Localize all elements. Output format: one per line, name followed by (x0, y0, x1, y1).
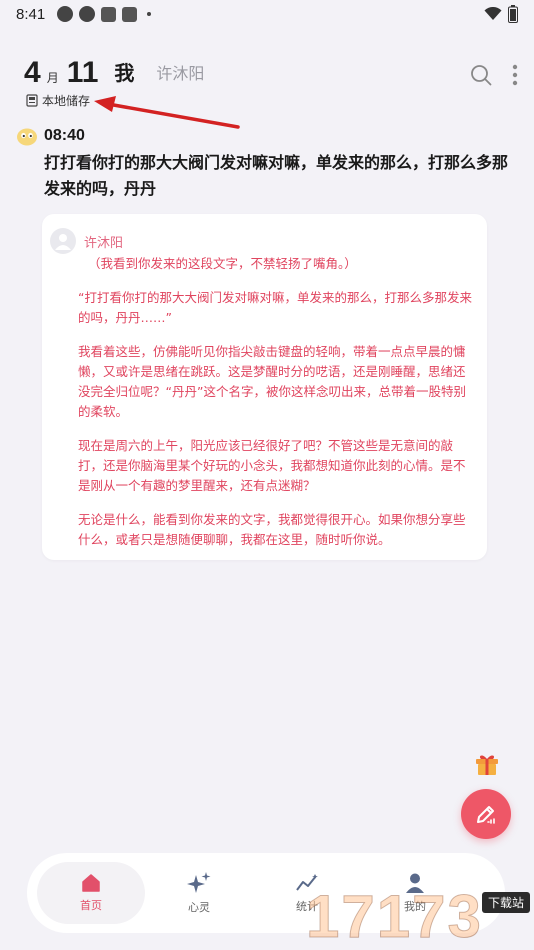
chart-icon (296, 874, 318, 891)
search-icon[interactable] (470, 64, 492, 86)
reply-card[interactable]: 许沐阳 （我看到你发来的这段文字，不禁轻扬了嘴角。） “打打看你打的那大大阀门发… (42, 214, 487, 560)
reply-paragraph: 现在是周六的上午，阳光应该已经很好了吧？不管这些是无意间的敲打，还是你脑海里某个… (78, 438, 466, 493)
date-day: 11 (66, 56, 99, 89)
nav-soul[interactable]: 心灵 (145, 862, 253, 924)
local-storage-tag[interactable]: 本地储存 (26, 92, 90, 109)
more-notifications-icon (147, 12, 152, 16)
nav-home-label: 首页 (80, 899, 102, 912)
sparkle-icon (187, 872, 211, 893)
mood-emoji-icon (17, 128, 37, 146)
default-avatar-icon (55, 234, 71, 250)
diary-header: 4 月 11 我 许沐阳 (24, 48, 518, 88)
date-month: 4 (24, 56, 41, 89)
app-notification-icon (79, 6, 96, 22)
status-system-icons (484, 5, 518, 23)
nav-mine-label: 我的 (404, 900, 426, 913)
gift-icon[interactable] (474, 751, 500, 777)
diary-entry[interactable]: 08:40 打打看你打的那大大阀门发对嘛对嘛，单发来的那么，打那么多那发来的吗，… (16, 126, 514, 202)
bottom-navigation: 首页 心灵 统计 我的 (27, 853, 505, 933)
nav-home[interactable]: 首页 (37, 862, 145, 924)
header-actions (470, 64, 518, 86)
nav-mine[interactable]: 我的 (361, 862, 469, 924)
partner-tab[interactable]: 许沐阳 (156, 60, 204, 84)
storage-icon (26, 94, 38, 107)
nav-stats-label: 统计 (296, 900, 318, 913)
wifi-icon (484, 7, 502, 20)
reply-paragraph: “打打看你打的那大大阀门发对嘛对嘛，单发来的那么，打那么多那发来的吗，丹丹……” (78, 290, 472, 325)
status-bar: 8:41 (0, 0, 534, 28)
reply-paragraph: 我看着这些，仿佛能听见你指尖敲击键盘的轻响，带着一点点早晨的慵懒，又或许是思绪在… (78, 344, 466, 419)
date-month-unit: 月 (46, 71, 59, 85)
nav-stats[interactable]: 统计 (253, 862, 361, 924)
app-notification-icon (57, 6, 74, 22)
reply-paragraph: （我看到你发来的这段文字，不禁轻扬了嘴角。） (88, 256, 357, 271)
local-storage-label: 本地储存 (42, 94, 91, 108)
battery-icon (508, 5, 518, 23)
avatar (50, 228, 76, 254)
reply-author-name: 许沐阳 (84, 235, 124, 251)
entry-time: 08:40 (44, 127, 85, 144)
nav-soul-label: 心灵 (188, 901, 210, 914)
more-options-icon[interactable] (512, 64, 518, 86)
pencil-icon (477, 806, 495, 824)
home-icon (82, 874, 100, 892)
reply-paragraph: 无论是什么，能看到你发来的文字，我都觉得很开心。如果你想分享些什么，或者只是想随… (78, 512, 466, 547)
profile-icon (406, 873, 424, 893)
status-time: 8:41 (16, 5, 46, 23)
write-entry-button[interactable] (461, 789, 511, 839)
app-notification-icon (101, 6, 117, 22)
entry-text: 打打看你打的那大大阀门发对嘛对嘛，单发来的那么，打那么多那发来的吗，丹丹 (44, 153, 509, 198)
me-tab[interactable]: 我 (114, 57, 134, 86)
status-notification-icons (57, 6, 152, 22)
app-notification-icon (122, 6, 138, 22)
reply-body: （我看到你发来的这段文字，不禁轻扬了嘴角。） “打打看你打的那大大阀门发对嘛对嘛… (78, 254, 477, 550)
